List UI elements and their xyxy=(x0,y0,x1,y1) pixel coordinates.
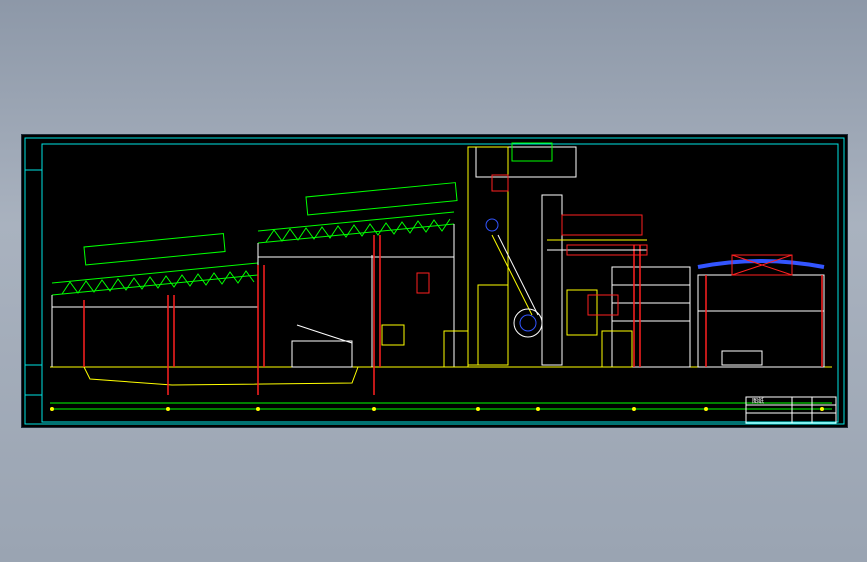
right-roof xyxy=(697,254,825,366)
cad-drawing: 图纸 xyxy=(24,137,845,425)
cad-viewport[interactable]: 图纸 xyxy=(21,134,848,428)
truss-left xyxy=(51,233,259,296)
truss-middle xyxy=(257,182,458,244)
red-columns xyxy=(83,235,823,395)
title-block-label: 图纸 xyxy=(752,397,764,405)
